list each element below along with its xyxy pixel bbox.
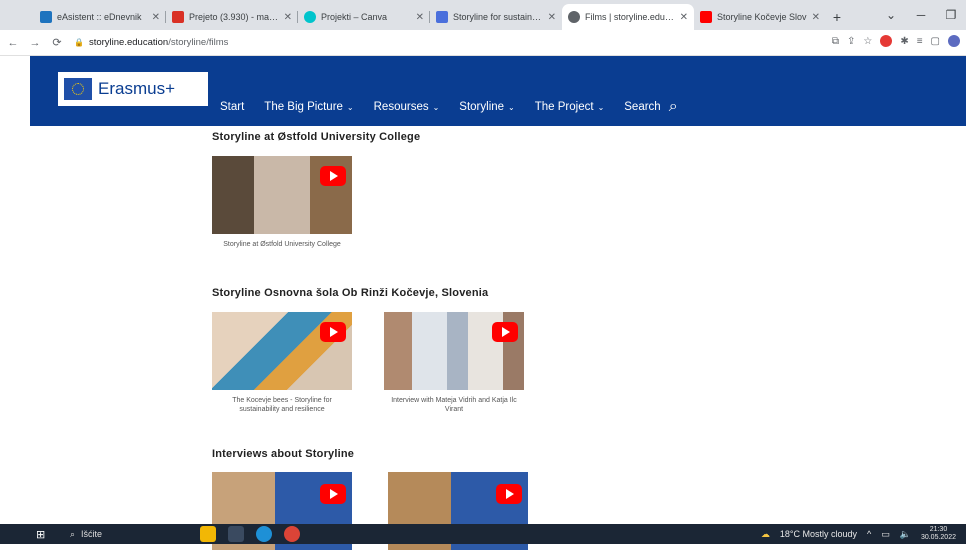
site-header: Erasmus+ Start The Big Picture ⌄ Resourse… xyxy=(30,56,966,126)
volume-icon[interactable]: 🔈 xyxy=(900,529,911,540)
reload-icon[interactable]: ⟳ xyxy=(48,36,66,49)
browser-tab-active[interactable]: Films | storyline.education ✕ xyxy=(562,4,694,30)
video-thumbnail[interactable] xyxy=(212,156,352,234)
eu-flag-icon xyxy=(64,78,92,100)
network-icon[interactable]: ▭ xyxy=(881,529,890,540)
chevron-down-icon: ⌄ xyxy=(597,103,605,112)
video-card[interactable]: The Kocevje bees - Storyline for sustain… xyxy=(212,312,352,414)
globe-icon xyxy=(568,11,580,23)
video-thumbnail[interactable] xyxy=(212,312,352,390)
taskbar-apps xyxy=(200,526,300,542)
youtube-icon xyxy=(700,11,712,23)
close-tab-icon[interactable]: ✕ xyxy=(812,12,820,23)
system-tray: ☁ 18°C Mostly cloudy ^ ▭ 🔈 21:30 30.05.2… xyxy=(761,524,956,544)
browser-tab[interactable]: eAsistent :: eDnevnik ✕ xyxy=(34,4,166,30)
tab-title: Films | storyline.education xyxy=(585,12,676,22)
clock-time: 21:30 xyxy=(929,526,948,533)
profile-avatar[interactable] xyxy=(948,35,960,47)
back-arrow-icon[interactable]: ← xyxy=(4,37,22,49)
lock-icon: 🔒 xyxy=(74,38,84,47)
section-title: Interviews about Storyline xyxy=(212,448,355,460)
tab-favicon-icon xyxy=(40,11,52,23)
brand-name: Erasmus+ xyxy=(98,79,175,98)
tab-title: Storyline for sustainability xyxy=(453,12,544,22)
tab-title: eAsistent :: eDnevnik xyxy=(57,12,142,22)
main-menu: Start The Big Picture ⌄ Resourses ⌄ Storyl… xyxy=(220,98,678,116)
extensions-puzzle-icon[interactable]: ✱ xyxy=(900,36,908,47)
tab-title: Storyline Kočevje Slov xyxy=(717,12,807,22)
taskbar-search[interactable]: ⌕ Išćite xyxy=(70,529,102,540)
browser-tab[interactable]: Prejeto (3.930) - mateja.vid ✕ xyxy=(166,4,298,30)
url-path: /storyline/films xyxy=(168,37,229,48)
side-panel-icon[interactable]: ▢ xyxy=(931,36,940,47)
youtube-play-icon[interactable] xyxy=(492,322,518,342)
chrome-icon[interactable] xyxy=(284,526,300,542)
erasmus-logo[interactable]: Erasmus+ xyxy=(58,72,208,106)
youtube-play-icon[interactable] xyxy=(320,484,346,504)
menu-item-search[interactable]: Search xyxy=(624,101,660,113)
bookmark-star-icon[interactable]: ☆ xyxy=(863,36,872,47)
search-icon: ⌕ xyxy=(70,528,76,539)
youtube-play-icon[interactable] xyxy=(320,166,346,186)
menu-item-start[interactable]: Start xyxy=(220,101,244,113)
chevron-down-icon: ⌄ xyxy=(508,103,515,112)
menu-item-resourses[interactable]: Resourses ⌄ xyxy=(374,101,440,113)
browser-toolbar: ⧉ ⇪ ☆ ✱ ≡ ▢ xyxy=(832,35,960,47)
new-tab-button[interactable]: + xyxy=(826,4,848,30)
taskbar-clock[interactable]: 21:30 30.05.2022 xyxy=(921,526,956,542)
window-controls: ⌄ ─ ❐ xyxy=(876,0,966,30)
chevron-down-icon: ⌄ xyxy=(346,103,354,112)
windows-start-icon[interactable]: ⊞ xyxy=(36,528,54,541)
video-caption: Interview with Mateja Vidrih and Katja I… xyxy=(391,397,517,413)
canva-icon xyxy=(304,11,316,23)
close-tab-icon[interactable]: ✕ xyxy=(680,12,688,23)
tab-title: Projekti – Canva xyxy=(321,12,388,22)
translate-icon[interactable]: ⧉ xyxy=(832,36,839,47)
section-title: Storyline Osnovna šola Ob Rinži Kočevje,… xyxy=(212,287,489,299)
share-icon[interactable]: ⇪ xyxy=(847,36,855,47)
search-icon[interactable]: ⌕ xyxy=(669,98,678,116)
weather-icon[interactable]: ☁ xyxy=(761,529,770,540)
close-tab-icon[interactable]: ✕ xyxy=(416,12,424,23)
youtube-play-icon[interactable] xyxy=(496,484,522,504)
video-thumbnail[interactable] xyxy=(384,312,524,390)
browser-tab[interactable]: Projekti – Canva ✕ xyxy=(298,4,430,30)
youtube-play-icon[interactable] xyxy=(320,322,346,342)
tab-favicon-icon xyxy=(436,11,448,23)
video-caption: The Kocevje bees - Storyline for sustain… xyxy=(232,397,332,413)
weather-text[interactable]: 18°C Mostly cloudy xyxy=(780,529,857,539)
edge-icon[interactable] xyxy=(256,526,272,542)
section-title: Storyline at Østfold University College xyxy=(212,131,421,143)
clock-date: 30.05.2022 xyxy=(920,534,956,541)
video-caption: Storyline at Østfold University College xyxy=(223,241,341,248)
address-bar-row: ← → ⟳ 🔒 storyline.education/storyline/fi… xyxy=(0,30,966,56)
close-tab-icon[interactable]: ✕ xyxy=(284,12,292,23)
reading-list-icon[interactable]: ≡ xyxy=(917,36,923,47)
tab-search-icon[interactable]: ⌄ xyxy=(876,8,906,22)
browser-tab[interactable]: Storyline for sustainability ✕ xyxy=(430,4,562,30)
browser-tab[interactable]: Storyline Kočevje Slov ✕ xyxy=(694,4,826,30)
gmail-icon xyxy=(172,11,184,23)
menu-item-big-picture[interactable]: The Big Picture ⌄ xyxy=(264,101,353,113)
menu-item-storyline[interactable]: Storyline ⌄ xyxy=(459,101,514,113)
browser-tab-strip: eAsistent :: eDnevnik ✕ Prejeto (3.930) -… xyxy=(0,0,966,30)
minimize-button[interactable]: ─ xyxy=(906,8,936,22)
maximize-button[interactable]: ❐ xyxy=(936,8,966,22)
url-domain: storyline.education xyxy=(88,37,169,48)
task-view-icon[interactable] xyxy=(228,526,244,542)
forward-arrow-icon[interactable]: → xyxy=(26,37,44,49)
menu-item-the-project[interactable]: The Project ⌄ xyxy=(535,101,605,113)
windows-taskbar: ⊞ ⌕ Išćite ☁ 18°C Mostly cloudy ^ ▭ 🔈 21… xyxy=(0,524,966,544)
taskbar-search-placeholder: Išćite xyxy=(81,529,103,539)
tray-chevron-icon[interactable]: ^ xyxy=(867,529,871,539)
video-card[interactable]: Interview with Mateja Vidrih and Katja I… xyxy=(384,312,524,414)
close-tab-icon[interactable]: ✕ xyxy=(152,12,160,23)
file-explorer-icon[interactable] xyxy=(200,526,216,542)
tab-title: Prejeto (3.930) - mateja.vid xyxy=(189,12,280,22)
video-card[interactable]: Storyline at Østfold University College xyxy=(212,156,352,249)
chevron-down-icon: ⌄ xyxy=(432,103,440,112)
close-tab-icon[interactable]: ✕ xyxy=(548,12,556,23)
adblock-extension-icon[interactable] xyxy=(880,35,893,47)
url-field[interactable]: 🔒 storyline.education/storyline/films xyxy=(74,37,228,48)
